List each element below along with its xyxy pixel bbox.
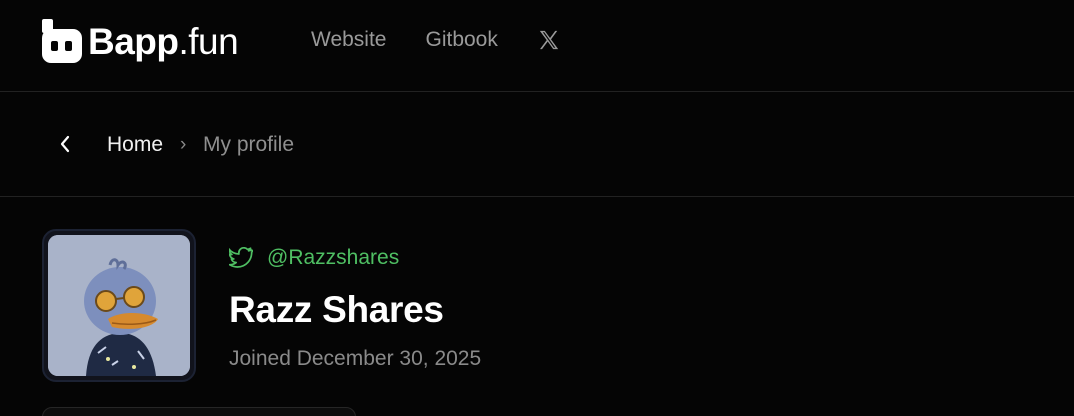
nav-link-gitbook[interactable]: Gitbook — [425, 28, 497, 52]
twitter-handle-link[interactable]: @Razzshares — [229, 246, 399, 270]
brand-wordmark: Bapp.fun — [88, 20, 239, 62]
top-nav: Website Gitbook — [311, 28, 560, 52]
twitter-bird-icon — [229, 247, 253, 268]
avatar-image — [48, 235, 190, 376]
profile-joined-date: Joined December 30, 2025 — [229, 347, 482, 370]
x-logo-icon — [539, 30, 559, 50]
breadcrumb-bar: Home › My profile — [0, 93, 1074, 197]
profile-display-name: Razz Shares — [229, 289, 444, 330]
top-header: Bapp.fun Website Gitbook — [0, 0, 1074, 92]
breadcrumb-current: My profile — [203, 133, 295, 156]
breadcrumb-separator: › — [180, 134, 187, 155]
chevron-left-icon — [60, 135, 70, 153]
nav-link-website[interactable]: Website — [311, 28, 386, 52]
twitter-handle-text: @Razzshares — [267, 246, 400, 269]
nav-link-x[interactable] — [538, 29, 560, 51]
brand-logo[interactable]: Bapp.fun — [42, 16, 239, 66]
profile-avatar — [42, 229, 196, 382]
bapp-logo-icon — [42, 19, 82, 63]
profile-stats-card — [42, 407, 356, 416]
breadcrumb-home-link[interactable]: Home — [107, 133, 163, 157]
back-button[interactable] — [58, 132, 80, 156]
